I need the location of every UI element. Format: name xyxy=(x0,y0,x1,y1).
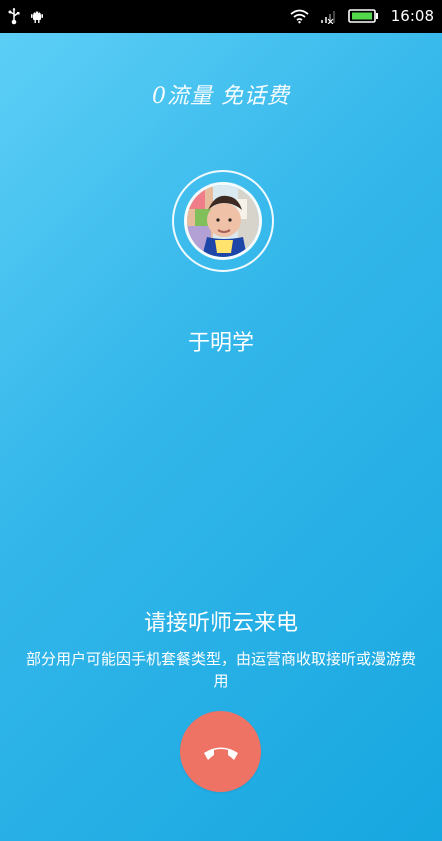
incoming-call-title: 请接听师云来电 xyxy=(143,611,298,636)
avatar xyxy=(187,185,259,257)
incoming-call-note: 部分用户可能因手机套餐类型，由运营商收取接听或漫游费用 xyxy=(26,650,417,690)
status-right-icons: 16:08 xyxy=(290,7,434,25)
promo-text: 0流量 免话费 xyxy=(152,84,290,109)
status-left-icons xyxy=(8,7,44,25)
caller-photo xyxy=(187,185,259,257)
status-time: 16:08 xyxy=(390,7,434,25)
phone-hangup-icon xyxy=(201,740,241,764)
wifi-icon xyxy=(290,9,309,24)
battery-icon xyxy=(347,9,379,23)
signal-icon xyxy=(319,9,338,24)
caller-name: 于明学 xyxy=(187,331,254,356)
hang-up-button[interactable] xyxy=(180,711,261,792)
android-debug-icon xyxy=(30,8,44,24)
incoming-call-screen: 16:08 0流量 免话费 于明学 请接听师云来电 部分用户可能因手机套餐类型，… xyxy=(0,0,442,841)
status-bar: 16:08 xyxy=(0,0,442,33)
caller-avatar-ring xyxy=(172,170,274,272)
usb-icon xyxy=(8,7,20,25)
